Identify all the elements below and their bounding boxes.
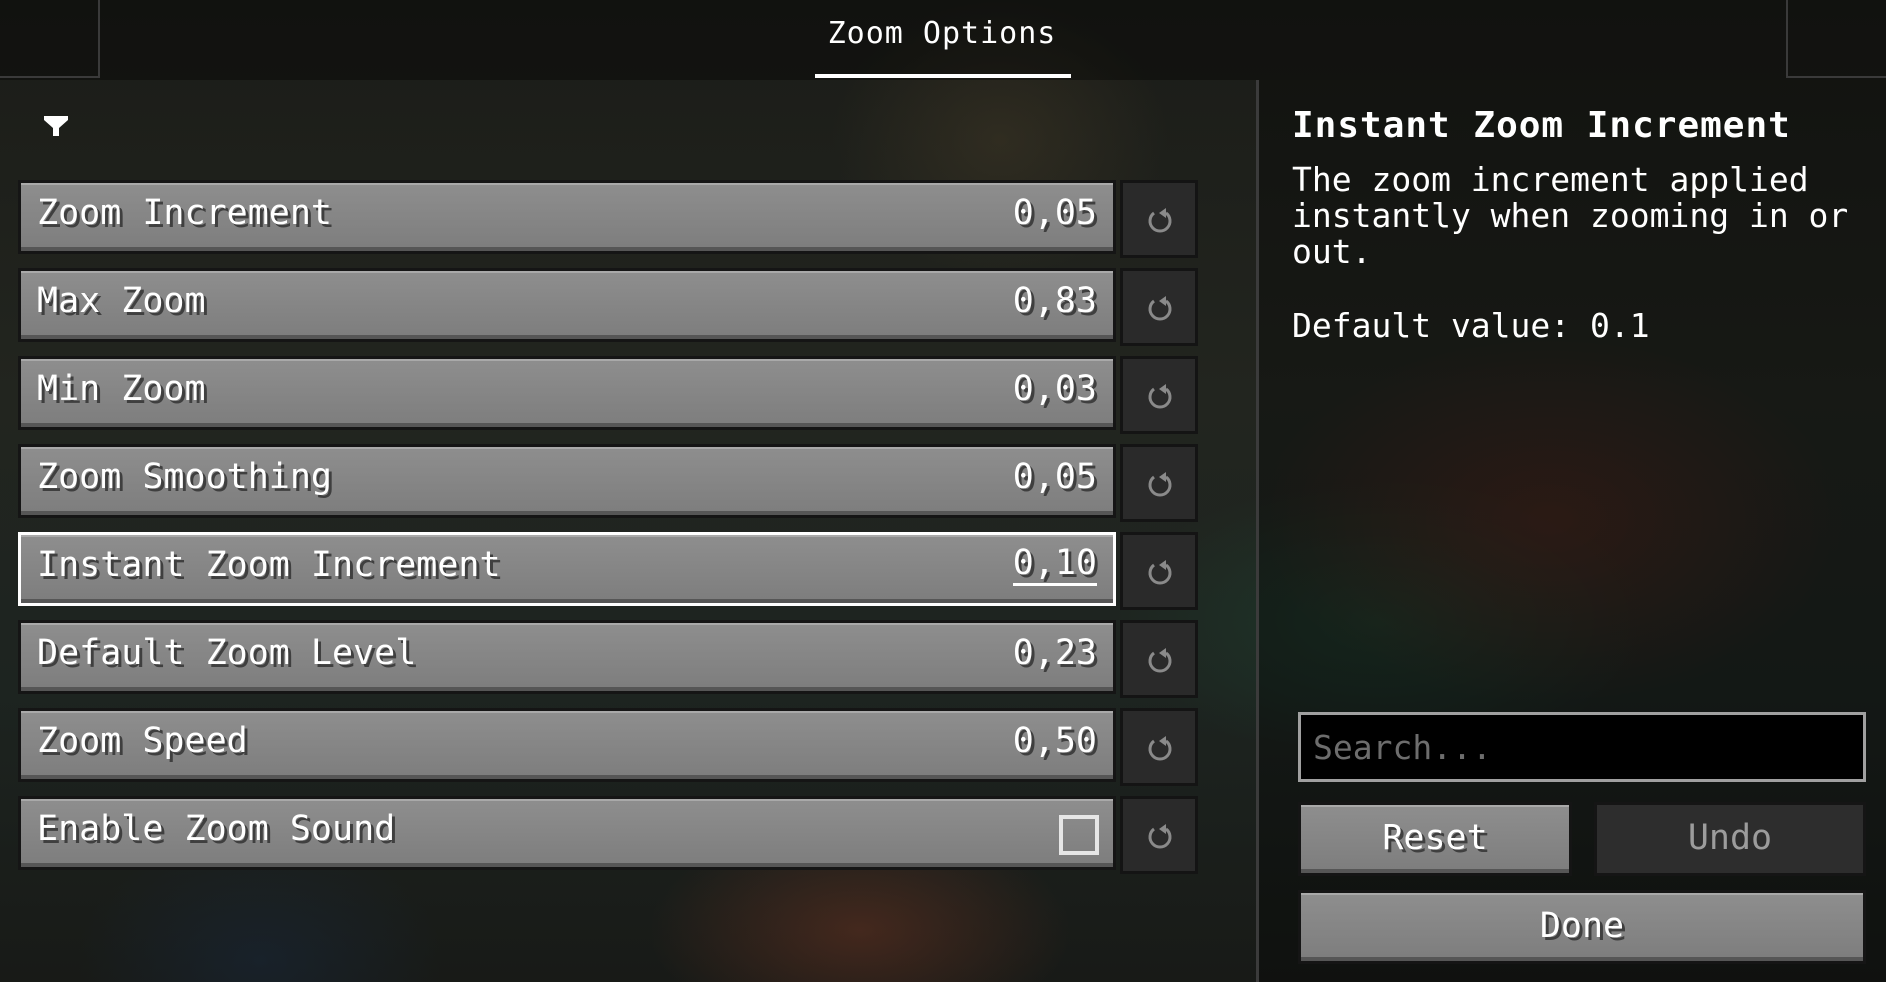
option-value: 0,83: [1012, 281, 1097, 321]
panel-divider: [1256, 80, 1259, 982]
reset-button[interactable]: Reset: [1298, 802, 1572, 876]
option-row-zoom-speed: Zoom Speed 0,50: [18, 708, 1198, 796]
option-label: Enable Zoom Sound: [37, 809, 396, 849]
option-value: 0,05: [1012, 193, 1097, 233]
reset-arrow-icon: [1148, 648, 1172, 673]
reset-enable-zoom-sound-button[interactable]: [1120, 796, 1198, 874]
option-value: 0,23: [1012, 633, 1097, 673]
option-row-instant-zoom-increment: Instant Zoom Increment 0,10: [18, 532, 1198, 620]
option-label: Min Zoom: [37, 369, 206, 409]
option-label: Zoom Smoothing: [37, 457, 333, 497]
header-bar: Zoom Options: [0, 0, 1886, 80]
option-label: Max Zoom: [37, 281, 206, 321]
done-button[interactable]: Done: [1298, 890, 1866, 964]
tab-active-indicator: [815, 74, 1071, 78]
search-input[interactable]: [1298, 712, 1866, 782]
info-title: Instant Zoom Increment: [1292, 105, 1791, 146]
reset-arrow-icon: [1148, 208, 1172, 233]
zoom-smoothing-slider[interactable]: Zoom Smoothing 0,05: [18, 444, 1116, 518]
info-default-value: Default value: 0.1: [1292, 306, 1650, 345]
zoom-increment-slider[interactable]: Zoom Increment 0,05: [18, 180, 1116, 254]
option-row-max-zoom: Max Zoom 0,83: [18, 268, 1198, 356]
option-label: Default Zoom Level: [37, 633, 417, 673]
max-zoom-slider[interactable]: Max Zoom 0,83: [18, 268, 1116, 342]
option-value: 0,03: [1012, 369, 1097, 409]
zoom-speed-slider[interactable]: Zoom Speed 0,50: [18, 708, 1116, 782]
reset-zoom-increment-button[interactable]: [1120, 180, 1198, 258]
reset-instant-zoom-increment-button[interactable]: [1120, 532, 1198, 610]
reset-arrow-icon: [1148, 736, 1172, 761]
reset-max-zoom-button[interactable]: [1120, 268, 1198, 346]
options-list: Zoom Increment 0,05 Max Zoom 0,83 Min Zo…: [18, 180, 1198, 884]
tab-edge-right: [1786, 0, 1886, 78]
tab-edge-left: [0, 0, 100, 78]
reset-arrow-icon: [1148, 384, 1172, 409]
option-row-enable-zoom-sound: Enable Zoom Sound: [18, 796, 1198, 884]
reset-zoom-speed-button[interactable]: [1120, 708, 1198, 786]
option-value: 0,05: [1012, 457, 1097, 497]
option-value: 0,10: [1012, 543, 1097, 586]
option-label: Zoom Speed: [37, 721, 248, 761]
min-zoom-slider[interactable]: Min Zoom 0,03: [18, 356, 1116, 430]
reset-arrow-icon: [1148, 560, 1172, 585]
info-description: The zoom increment applied instantly whe…: [1292, 160, 1849, 271]
reset-arrow-icon: [1148, 824, 1172, 849]
option-row-min-zoom: Min Zoom 0,03: [18, 356, 1198, 444]
enable-zoom-sound-toggle[interactable]: Enable Zoom Sound: [18, 796, 1116, 870]
reset-zoom-smoothing-button[interactable]: [1120, 444, 1198, 522]
instant-zoom-increment-slider[interactable]: Instant Zoom Increment 0,10: [18, 532, 1116, 606]
option-row-zoom-increment: Zoom Increment 0,05: [18, 180, 1198, 268]
option-label: Instant Zoom Increment: [37, 545, 501, 585]
option-row-zoom-smoothing: Zoom Smoothing 0,05: [18, 444, 1198, 532]
filter-icon[interactable]: [42, 112, 70, 140]
default-zoom-level-slider[interactable]: Default Zoom Level 0,23: [18, 620, 1116, 694]
reset-default-zoom-level-button[interactable]: [1120, 620, 1198, 698]
undo-button[interactable]: Undo: [1594, 802, 1866, 876]
reset-arrow-icon: [1148, 472, 1172, 497]
option-row-default-zoom-level: Default Zoom Level 0,23: [18, 620, 1198, 708]
reset-min-zoom-button[interactable]: [1120, 356, 1198, 434]
reset-arrow-icon: [1148, 296, 1172, 321]
option-label: Zoom Increment: [37, 193, 333, 233]
tab-zoom-options[interactable]: Zoom Options: [812, 8, 1072, 72]
option-value: 0,50: [1012, 721, 1097, 761]
enable-zoom-sound-checkbox[interactable]: [1059, 815, 1099, 855]
